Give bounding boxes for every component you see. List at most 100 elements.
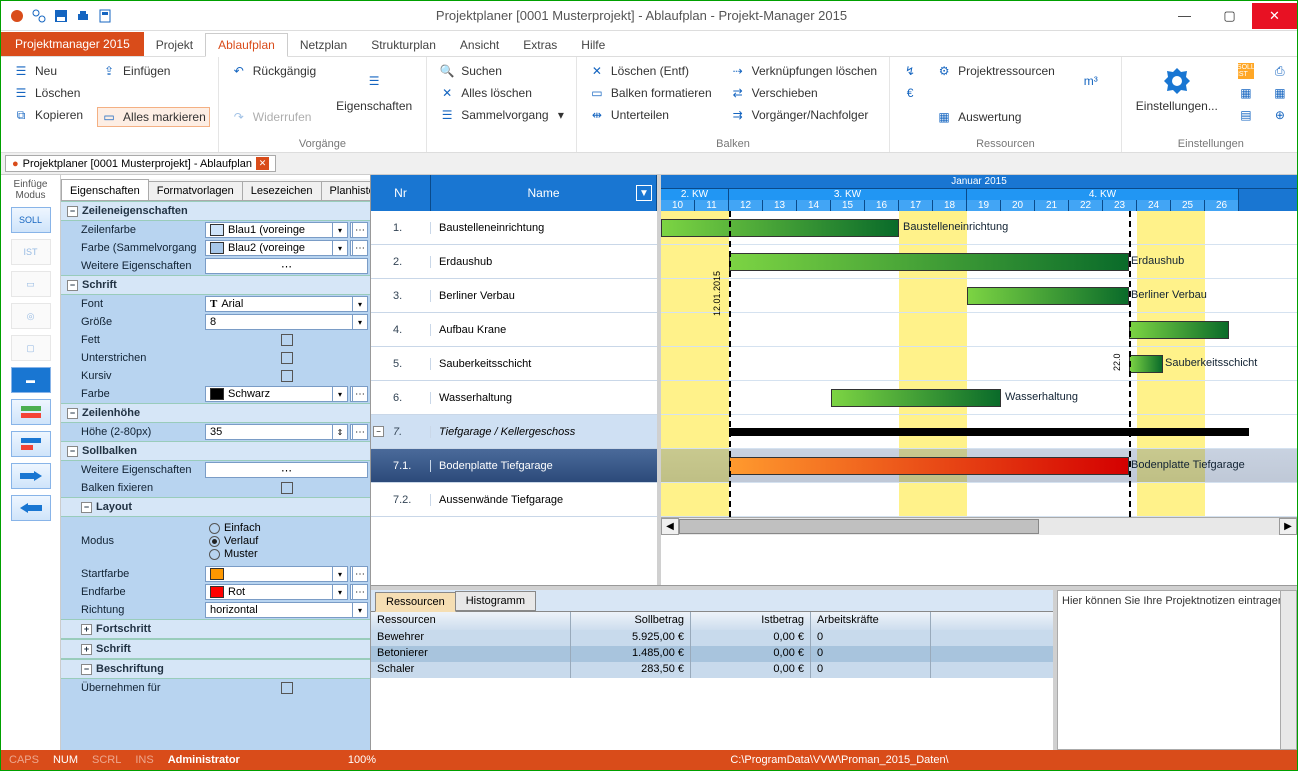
- notes-scrollbar[interactable]: [1280, 591, 1296, 749]
- rescol-ak[interactable]: Arbeitskräfte: [811, 612, 931, 630]
- dropdown-icon[interactable]: ▾: [332, 223, 347, 237]
- fld-we2[interactable]: ⋯: [205, 462, 368, 478]
- grp-schrift[interactable]: −Schrift: [61, 275, 370, 295]
- btn-s3[interactable]: ⊕: [1268, 105, 1292, 125]
- gantt-chart-row[interactable]: [661, 313, 1297, 347]
- gantt-bar[interactable]: [831, 389, 1001, 407]
- rdo-verlauf[interactable]: Verlauf: [209, 535, 258, 547]
- fld-more[interactable]: ⋯: [350, 566, 368, 582]
- fld-zeilenfarbe[interactable]: Blau1 (voreinge▾: [205, 222, 348, 238]
- gantt-chart-row[interactable]: Bodenplatte Tiefgarage: [661, 449, 1297, 483]
- fld-size[interactable]: 8▾: [205, 314, 368, 330]
- btn-s10[interactable]: [11, 495, 51, 521]
- gantt-row[interactable]: 2.Erdaushub: [371, 245, 657, 279]
- btn-s6[interactable]: ▬: [11, 367, 51, 393]
- collapse-icon[interactable]: −: [67, 280, 78, 291]
- filter-icon[interactable]: ▼: [636, 185, 652, 201]
- gantt-bar[interactable]: [729, 428, 1249, 436]
- resource-row[interactable]: Betonierer1.485,00 €0,00 €0: [371, 646, 1053, 662]
- btn-undo[interactable]: ↶Rückgängig: [227, 61, 320, 81]
- gantt-chart-row[interactable]: Berliner Verbau: [661, 279, 1297, 313]
- chk-ueb[interactable]: [281, 682, 293, 694]
- gantt-row[interactable]: 5.Sauberkeitsschicht: [371, 347, 657, 381]
- btn-s2[interactable]: ▦: [1268, 83, 1292, 103]
- gantt-chart-row[interactable]: Sauberkeitsschicht: [661, 347, 1297, 381]
- gantt-row[interactable]: 7.1.Bodenplatte Tiefgarage: [371, 449, 657, 483]
- dropdown-icon[interactable]: ▾: [332, 241, 347, 255]
- gantt-row[interactable]: 7.2.Aussenwände Tiefgarage: [371, 483, 657, 517]
- btn-redo[interactable]: ↷Widerrufen: [227, 107, 320, 127]
- rdo-einfach[interactable]: Einfach: [209, 522, 261, 534]
- fld-svfarbe[interactable]: Blau2 (voreinge▾: [205, 240, 348, 256]
- gantt-bar[interactable]: [1129, 321, 1229, 339]
- qat-settings-icon[interactable]: [31, 8, 47, 24]
- chk-kursiv[interactable]: [205, 368, 368, 384]
- qat-print-icon[interactable]: [75, 8, 91, 24]
- dropdown-icon[interactable]: ▾: [352, 315, 367, 329]
- fld-schriftfarbe[interactable]: Schwarz▾: [205, 386, 348, 402]
- rescol-soll[interactable]: Sollbetrag: [571, 612, 691, 630]
- tab-ansicht[interactable]: Ansicht: [448, 34, 511, 56]
- btn-neu[interactable]: ☰Neu: [9, 61, 87, 81]
- gantt-bar[interactable]: [729, 457, 1129, 475]
- proptab-formatvorlagen[interactable]: Formatvorlagen: [148, 181, 243, 200]
- fld-more[interactable]: ⋯: [350, 424, 368, 440]
- tab-hilfe[interactable]: Hilfe: [569, 34, 617, 56]
- gantt-row[interactable]: 1.Baustelleneinrichtung: [371, 211, 657, 245]
- rescol-name[interactable]: Ressourcen: [371, 612, 571, 630]
- tab-projekt[interactable]: Projekt: [144, 34, 205, 56]
- qat-save-icon[interactable]: [53, 8, 69, 24]
- rescol-ist[interactable]: Istbetrag: [691, 612, 811, 630]
- btn-links-delete[interactable]: ⇢Verknüpfungen löschen: [726, 61, 881, 81]
- maximize-button[interactable]: ▢: [1207, 3, 1252, 29]
- btn-einstellungen[interactable]: Einstellungen...: [1130, 61, 1224, 136]
- btn-alles-markieren[interactable]: ▭Alles markieren: [97, 107, 210, 127]
- expand-icon[interactable]: −: [373, 426, 384, 437]
- btn-m3big[interactable]: m³: [1069, 61, 1113, 136]
- btn-s8[interactable]: [11, 431, 51, 457]
- col-name[interactable]: Name▼: [431, 175, 657, 211]
- grp-sollbalken[interactable]: −Sollbalken: [61, 441, 370, 461]
- tab-extras[interactable]: Extras: [511, 34, 569, 56]
- btn-projektressourcen[interactable]: ⚙Projektressourcen: [932, 61, 1059, 81]
- btn-sammelvorgang[interactable]: ☰Sammelvorgang ▾: [435, 105, 568, 125]
- close-button[interactable]: ✕: [1252, 3, 1297, 29]
- btn-kopieren[interactable]: ⧉Kopieren: [9, 105, 87, 125]
- btn-sollist[interactable]: SOLLIST: [1234, 61, 1258, 81]
- grp-zeilenhoehe[interactable]: −Zeilenhöhe: [61, 403, 370, 423]
- gantt-chart-row[interactable]: [661, 415, 1297, 449]
- chk-fett[interactable]: [205, 332, 368, 348]
- gantt-chart-row[interactable]: Wasserhaltung: [661, 381, 1297, 415]
- btn-bar-format[interactable]: ▭Balken formatieren: [585, 83, 716, 103]
- grp-schrift2[interactable]: +Schrift: [61, 639, 370, 659]
- btn-s9[interactable]: [11, 463, 51, 489]
- btn-s5[interactable]: ▢: [11, 335, 51, 361]
- btn-verschieben[interactable]: ⇄Verschieben: [726, 83, 881, 103]
- btn-eigenschaften[interactable]: ☰Eigenschaften: [330, 61, 418, 136]
- proptab-lesezeichen[interactable]: Lesezeichen: [242, 181, 322, 200]
- restab-ressourcen[interactable]: Ressourcen: [375, 592, 456, 612]
- gantt-chart-row[interactable]: Erdaushub: [661, 245, 1297, 279]
- resource-row[interactable]: Schaler283,50 €0,00 €0: [371, 662, 1053, 678]
- btn-cal[interactable]: ▤: [1234, 105, 1258, 125]
- gantt-bar[interactable]: [729, 253, 1129, 271]
- gantt-row[interactable]: 6.Wasserhaltung: [371, 381, 657, 415]
- btn-pred-succ[interactable]: ⇉Vorgänger/Nachfolger: [726, 105, 881, 125]
- btn-einfuegen[interactable]: ⇪Einfügen: [97, 61, 210, 81]
- chk-fix[interactable]: [205, 480, 368, 496]
- btn-s4[interactable]: ◎: [11, 303, 51, 329]
- expand-icon[interactable]: +: [81, 644, 92, 655]
- grp-fortschritt[interactable]: +Fortschritt: [61, 619, 370, 639]
- fld-font[interactable]: TArial▾: [205, 296, 368, 312]
- tab-strukturplan[interactable]: Strukturplan: [359, 34, 448, 56]
- dropdown-icon[interactable]: ▾: [332, 387, 347, 401]
- fld-more[interactable]: ⋯: [350, 386, 368, 402]
- scroll-left-icon[interactable]: ◀: [661, 518, 679, 535]
- btn-loeschen[interactable]: ☰Löschen: [9, 83, 87, 103]
- fld-richtung[interactable]: horizontal▾: [205, 602, 368, 618]
- btn-unterteilen[interactable]: ⇹Unterteilen: [585, 105, 716, 125]
- collapse-icon[interactable]: −: [67, 408, 78, 419]
- gantt-row[interactable]: −7.Tiefgarage / Kellergeschoss: [371, 415, 657, 449]
- spinner-icon[interactable]: ⇕: [332, 425, 347, 439]
- tab-ablaufplan[interactable]: Ablaufplan: [205, 33, 288, 57]
